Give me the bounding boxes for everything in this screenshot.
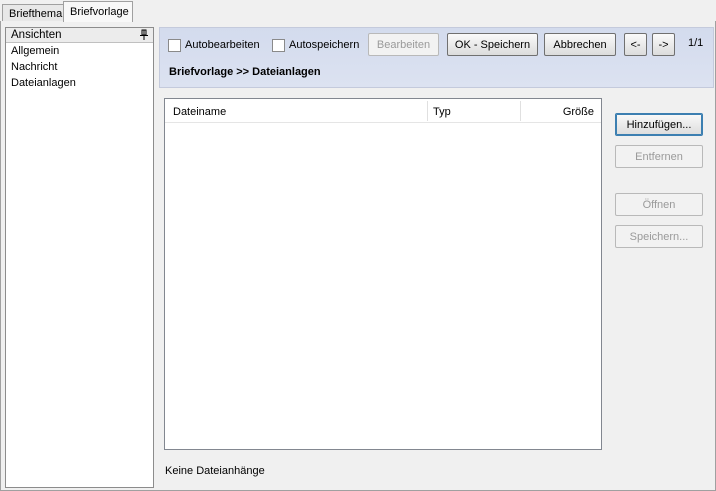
pin-icon[interactable] xyxy=(140,29,148,41)
table-header: Dateiname Typ Größe xyxy=(165,99,601,123)
ok-save-button[interactable]: OK - Speichern xyxy=(447,33,538,56)
views-panel: Ansichten Allgemein Nachricht Dateianlag… xyxy=(5,27,154,488)
tab-strip: Briefthema Briefvorlage xyxy=(0,0,716,22)
sidebar-item-nachricht[interactable]: Nachricht xyxy=(6,59,153,75)
next-button[interactable]: -> xyxy=(652,33,675,56)
open-attachment-button[interactable]: Öffnen xyxy=(615,193,703,216)
remove-attachment-button[interactable]: Entfernen xyxy=(615,145,703,168)
prev-button[interactable]: <- xyxy=(624,33,647,56)
attachments-table[interactable]: Dateiname Typ Größe xyxy=(164,98,602,450)
column-separator[interactable] xyxy=(520,101,521,121)
cancel-button[interactable]: Abbrechen xyxy=(544,33,616,56)
column-header-dateiname[interactable]: Dateiname xyxy=(173,99,226,123)
autosave-checkbox-box[interactable] xyxy=(272,38,285,52)
views-panel-title: Ansichten xyxy=(11,29,62,41)
autosave-checkbox[interactable]: Autospeichern xyxy=(272,37,359,53)
tab-briefvorlage[interactable]: Briefvorlage xyxy=(63,1,133,22)
attachments-status: Keine Dateianhänge xyxy=(165,465,265,477)
add-attachment-button[interactable]: Hinzufügen... xyxy=(615,113,703,136)
column-separator[interactable] xyxy=(427,101,428,121)
save-attachment-button[interactable]: Speichern... xyxy=(615,225,703,248)
tab-briefthema[interactable]: Briefthema xyxy=(2,4,64,22)
autosave-label: Autospeichern xyxy=(289,39,360,51)
autoedit-checkbox[interactable]: Autobearbeiten xyxy=(168,37,260,53)
sidebar-item-allgemein[interactable]: Allgemein xyxy=(6,43,153,59)
breadcrumb: Briefvorlage >> Dateianlagen xyxy=(169,66,321,78)
edit-button[interactable]: Bearbeiten xyxy=(368,33,439,56)
page-counter: 1/1 xyxy=(688,37,704,49)
autoedit-checkbox-box[interactable] xyxy=(168,38,181,52)
autoedit-label: Autobearbeiten xyxy=(185,39,260,51)
column-header-typ[interactable]: Typ xyxy=(433,99,451,123)
views-panel-header: Ansichten xyxy=(6,28,153,43)
toolbar: Autobearbeiten Autospeichern Bearbeiten … xyxy=(159,27,714,88)
sidebar-item-dateianlagen[interactable]: Dateianlagen xyxy=(6,75,153,91)
column-header-groesse[interactable]: Größe xyxy=(563,99,594,123)
